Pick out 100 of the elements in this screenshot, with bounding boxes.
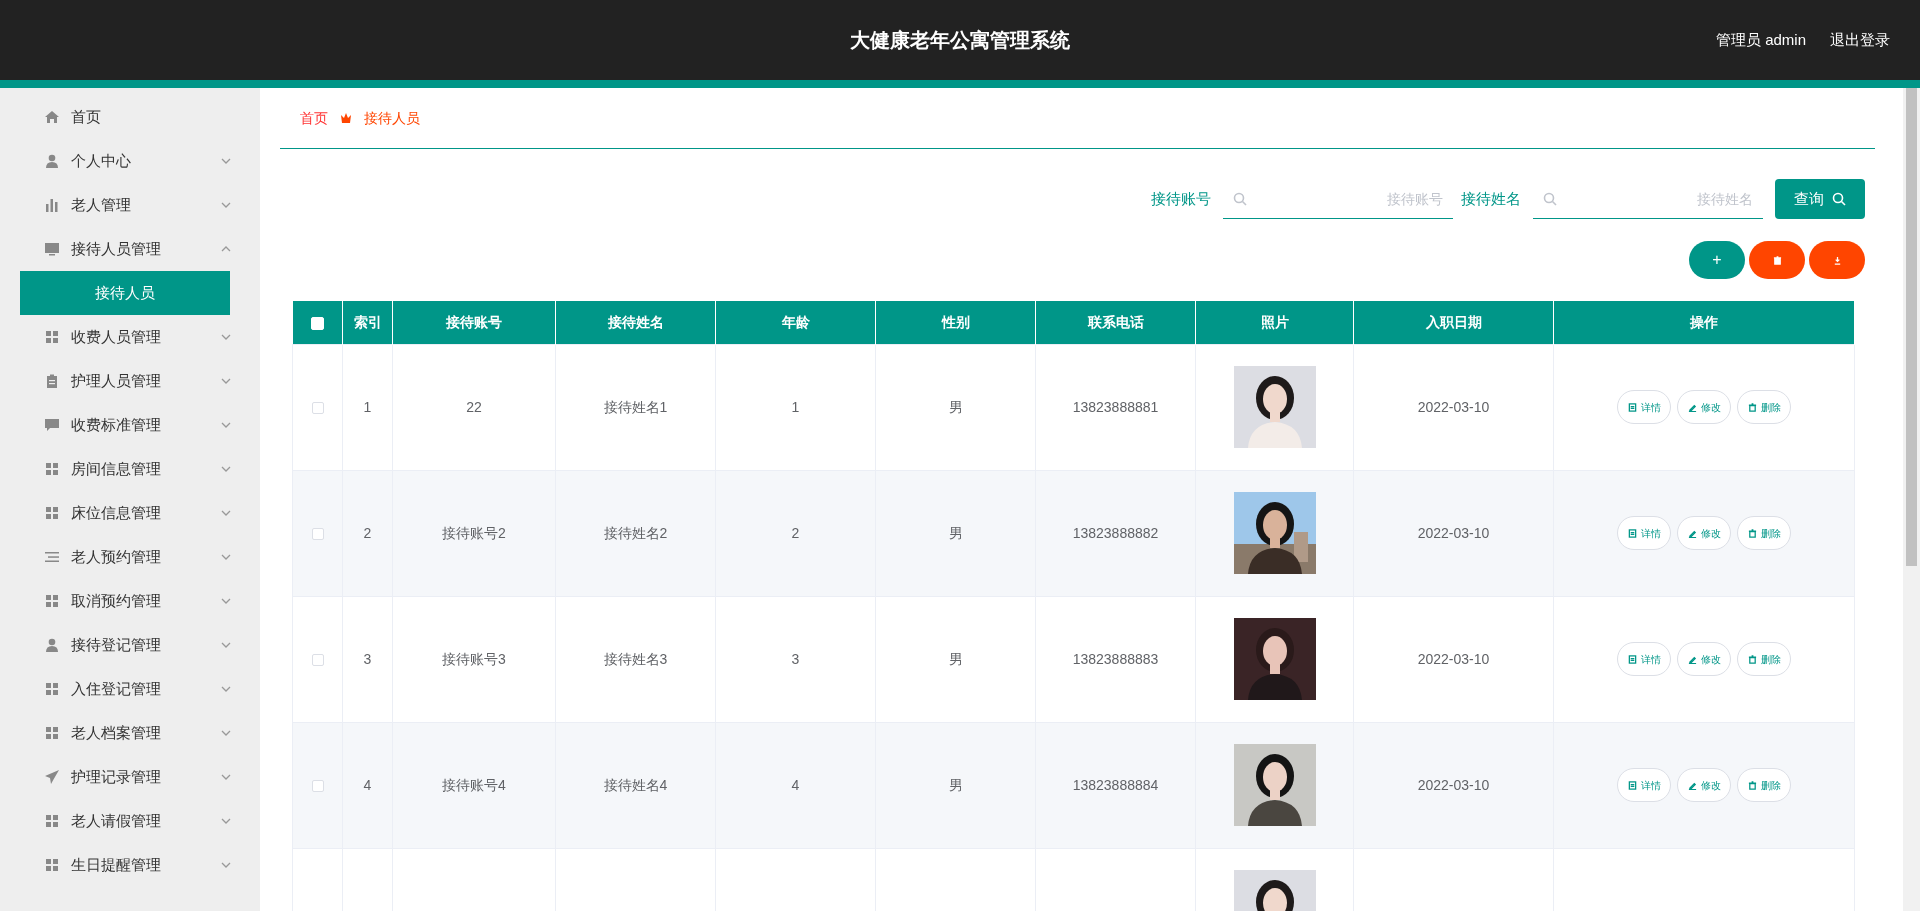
breadcrumb-item: 接待人员 — [364, 108, 420, 128]
table-cell: 2 — [715, 470, 876, 596]
table-cell: 2022-03-10 — [1353, 344, 1554, 470]
delete-button[interactable]: 删除 — [1737, 390, 1791, 424]
field-label: 接待姓名 — [1461, 188, 1521, 209]
search-button[interactable]: 查询 — [1775, 179, 1865, 219]
download-button[interactable] — [1809, 241, 1865, 279]
table-cell: 男 — [875, 344, 1036, 470]
edit-button[interactable]: 修改 — [1677, 642, 1731, 676]
search-field[interactable]: 接待账号 — [1223, 179, 1453, 219]
search-icon — [1543, 192, 1557, 206]
table-cell: 13823888884 — [1035, 722, 1196, 848]
list-icon — [45, 550, 59, 564]
logout-link[interactable]: 退出登录 — [1830, 28, 1890, 52]
grid-icon — [45, 506, 59, 520]
column-header: 索引 — [342, 301, 393, 344]
checkbox[interactable] — [311, 653, 324, 666]
pencil-icon — [1687, 528, 1697, 538]
sidebar-item[interactable]: 房间信息管理 — [0, 447, 260, 491]
details-button[interactable]: 详情 — [1617, 642, 1671, 676]
paper-plane-icon — [45, 770, 59, 784]
column-header: 入职日期 — [1353, 301, 1554, 344]
sidebar-item[interactable]: 护理人员管理 — [0, 359, 260, 403]
search-icon — [1233, 192, 1247, 206]
sidebar-item[interactable]: 老人档案管理 — [0, 711, 260, 755]
person-icon — [45, 638, 59, 652]
edit-button[interactable]: 修改 — [1677, 516, 1731, 550]
add-button[interactable]: + — [1689, 241, 1745, 279]
grid-icon — [45, 682, 59, 696]
table-cell: 男 — [875, 596, 1036, 722]
sidebar-item[interactable]: 老人管理 — [0, 183, 260, 227]
delete-button[interactable] — [1749, 241, 1805, 279]
delete-button[interactable]: 删除 — [1737, 768, 1791, 802]
sidebar-item[interactable]: 老人预约管理 — [0, 535, 260, 579]
table-cell: 接待账号2 — [392, 470, 556, 596]
bar-chart-icon — [45, 198, 59, 212]
clipboard-icon — [45, 374, 59, 388]
grid-icon — [45, 330, 59, 344]
checkbox[interactable] — [311, 401, 324, 414]
column-header: 接待姓名 — [555, 301, 716, 344]
column-header: 接待账号 — [392, 301, 556, 344]
sidebar-item[interactable]: 老人请假管理 — [0, 799, 260, 843]
field-label: 接待账号 — [1151, 188, 1211, 209]
trash-icon — [1747, 654, 1757, 664]
details-button[interactable]: 详情 — [1617, 390, 1671, 424]
sidebar-item[interactable]: 首页 — [0, 95, 260, 139]
grid-icon — [45, 814, 59, 828]
document-icon — [1627, 780, 1637, 790]
table-cell: 接待账号3 — [392, 596, 556, 722]
document-icon — [1627, 402, 1637, 412]
trash-icon — [1772, 256, 1782, 266]
table-cell: 13823888883 — [1035, 596, 1196, 722]
edit-button[interactable]: 修改 — [1677, 390, 1731, 424]
table-cell: 13823888882 — [1035, 470, 1196, 596]
sidebar-item[interactable]: 护理记录管理 — [0, 755, 260, 799]
sidebar-item[interactable]: 收费人员管理 — [0, 315, 260, 359]
table-cell: 1 — [342, 344, 393, 470]
monitor-icon — [45, 242, 59, 256]
app-title: 大健康老年公寓管理系统 — [850, 28, 1070, 53]
edit-button[interactable]: 修改 — [1677, 768, 1731, 802]
sidebar-item[interactable]: 接待人员管理 — [0, 227, 260, 271]
table-cell: 接待账号4 — [392, 722, 556, 848]
table-cell: 22 — [392, 344, 556, 470]
home-icon — [45, 110, 59, 124]
sidebar-item[interactable]: 个人中心 — [0, 139, 260, 183]
search-field[interactable]: 接待姓名 — [1533, 179, 1763, 219]
checkbox[interactable] — [311, 527, 324, 540]
sidebar-item[interactable]: 取消预约管理 — [0, 579, 260, 623]
sidebar-item[interactable]: 入住登记管理 — [0, 667, 260, 711]
sidebar-item[interactable]: 接待登记管理 — [0, 623, 260, 667]
grid-icon — [45, 594, 59, 608]
grid-icon — [45, 462, 59, 476]
breadcrumb-item[interactable]: 首页 — [300, 107, 328, 129]
sidebar-item[interactable]: 床位信息管理 — [0, 491, 260, 535]
column-header: 年龄 — [715, 301, 876, 344]
sidebar-item[interactable]: 收费标准管理 — [0, 403, 260, 447]
sidebar-subitem[interactable]: 接待人员 — [20, 271, 230, 315]
pencil-icon — [1687, 402, 1697, 412]
pencil-icon — [1687, 654, 1697, 664]
details-button[interactable]: 详情 — [1617, 516, 1671, 550]
table-cell: 男 — [875, 470, 1036, 596]
sidebar-item[interactable]: 生日提醒管理 — [0, 843, 260, 887]
table-cell: 13823888881 — [1035, 344, 1196, 470]
trash-icon — [1747, 780, 1757, 790]
delete-button[interactable]: 删除 — [1737, 516, 1791, 550]
grid-icon — [45, 726, 59, 740]
column-header: 照片 — [1195, 301, 1354, 344]
table-cell: 接待姓名4 — [555, 722, 716, 848]
details-button[interactable]: 详情 — [1617, 768, 1671, 802]
checkbox[interactable] — [311, 779, 324, 792]
table-cell: 2 — [342, 470, 393, 596]
delete-button[interactable]: 删除 — [1737, 642, 1791, 676]
table-cell: 接待姓名3 — [555, 596, 716, 722]
table-cell: 2022-03-10 — [1353, 596, 1554, 722]
table-cell: 接待姓名1 — [555, 344, 716, 470]
scrollbar[interactable] — [1903, 88, 1920, 911]
crown-icon — [340, 112, 352, 124]
table-cell: 2022-03-10 — [1353, 470, 1554, 596]
grid-icon — [45, 858, 59, 872]
document-icon — [1627, 654, 1637, 664]
